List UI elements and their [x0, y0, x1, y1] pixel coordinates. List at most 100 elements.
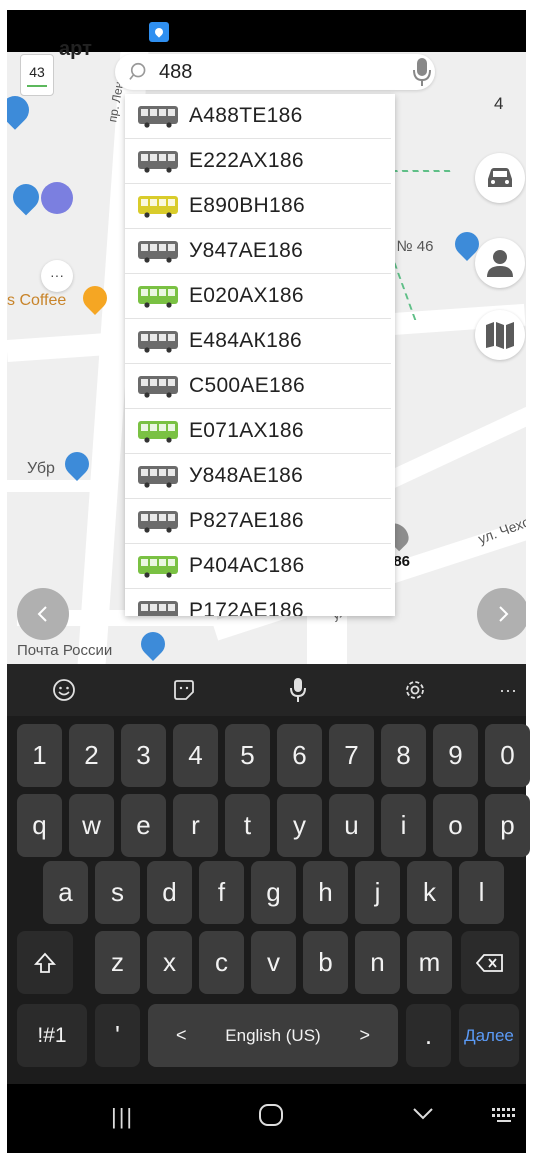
- key-c[interactable]: c: [199, 931, 244, 994]
- next-button[interactable]: [477, 588, 526, 640]
- backspace-key[interactable]: [461, 931, 519, 994]
- suggestion-label: С500АЕ186: [189, 374, 305, 397]
- key-i[interactable]: i: [381, 794, 426, 857]
- key-g[interactable]: g: [251, 861, 296, 924]
- bus-icon: [138, 286, 178, 308]
- transport-button[interactable]: [475, 153, 525, 203]
- suggestion-item[interactable]: Р827АЕ186: [125, 499, 391, 544]
- suggestion-item[interactable]: А488ТЕ186: [125, 94, 391, 139]
- key-p[interactable]: p: [485, 794, 530, 857]
- key-n[interactable]: n: [355, 931, 400, 994]
- key-b[interactable]: b: [303, 931, 348, 994]
- suggestion-item[interactable]: Р404АС186: [125, 544, 391, 589]
- key-k[interactable]: k: [407, 861, 452, 924]
- back-button[interactable]: [411, 1106, 435, 1122]
- suggestion-label: У848АЕ186: [189, 464, 304, 487]
- bus-icon: [138, 196, 178, 218]
- microphone-icon[interactable]: [410, 56, 434, 88]
- shift-key[interactable]: [17, 931, 73, 994]
- suggestion-label: А488ТЕ186: [189, 104, 303, 127]
- bus-icon: [138, 511, 178, 533]
- chat-marker-icon[interactable]: ···: [41, 260, 73, 292]
- key-w[interactable]: w: [69, 794, 114, 857]
- key-3[interactable]: 3: [121, 724, 166, 787]
- key-l[interactable]: l: [459, 861, 504, 924]
- bus-icon: [138, 106, 178, 128]
- suggestion-item[interactable]: У847АЕ186: [125, 229, 391, 274]
- key-8[interactable]: 8: [381, 724, 426, 787]
- right-badge: 4: [494, 94, 504, 113]
- key-r[interactable]: r: [173, 794, 218, 857]
- key-z[interactable]: z: [95, 931, 140, 994]
- key-e[interactable]: e: [121, 794, 166, 857]
- key-0[interactable]: 0: [485, 724, 530, 787]
- key-f[interactable]: f: [199, 861, 244, 924]
- search-bar[interactable]: [115, 54, 435, 90]
- key-v[interactable]: v: [251, 931, 296, 994]
- key-9[interactable]: 9: [433, 724, 478, 787]
- shop-marker-icon[interactable]: [7, 90, 35, 130]
- microphone-icon[interactable]: [283, 675, 313, 705]
- chevron-left-icon: [37, 606, 47, 622]
- system-navigation-bar: |||: [7, 1084, 526, 1153]
- bank-marker-icon[interactable]: [60, 447, 94, 481]
- search-input[interactable]: [159, 59, 379, 85]
- apostrophe-key[interactable]: ': [95, 1004, 140, 1067]
- bus-icon: [138, 151, 178, 173]
- suggestion-item[interactable]: Е222АХ186: [125, 139, 391, 184]
- space-key[interactable]: < English (US) >: [148, 1004, 398, 1067]
- period-key[interactable]: .: [406, 1004, 451, 1067]
- key-d[interactable]: d: [147, 861, 192, 924]
- bus-icon: [138, 241, 178, 263]
- more-icon[interactable]: ···: [493, 675, 523, 705]
- key-q[interactable]: q: [17, 794, 62, 857]
- key-5[interactable]: 5: [225, 724, 270, 787]
- suggestion-item[interactable]: Е071АХ186: [125, 409, 391, 454]
- key-o[interactable]: o: [433, 794, 478, 857]
- suggestion-item[interactable]: С500АЕ186: [125, 364, 391, 409]
- ubr-label: Убр: [27, 460, 55, 477]
- suggestion-item[interactable]: Е890ВН186: [125, 184, 391, 229]
- key-y[interactable]: y: [277, 794, 322, 857]
- location-status-icon: [149, 22, 169, 42]
- key-s[interactable]: s: [95, 861, 140, 924]
- keyboard-switch-icon[interactable]: [491, 1106, 517, 1124]
- symbols-key[interactable]: !#1: [17, 1004, 87, 1067]
- person-icon: [487, 250, 513, 277]
- emoji-icon[interactable]: [49, 675, 79, 705]
- home-button[interactable]: [259, 1104, 283, 1126]
- profile-button[interactable]: [475, 238, 525, 288]
- suggestion-item[interactable]: У848АЕ186: [125, 454, 391, 499]
- place-marker-icon[interactable]: [7, 178, 45, 216]
- settings-icon[interactable]: [400, 675, 430, 705]
- sticker-icon[interactable]: [169, 675, 199, 705]
- key-1[interactable]: 1: [17, 724, 62, 787]
- key-4[interactable]: 4: [173, 724, 218, 787]
- key-h[interactable]: h: [303, 861, 348, 924]
- key-a[interactable]: a: [43, 861, 88, 924]
- bus-icon: [138, 601, 178, 616]
- key-7[interactable]: 7: [329, 724, 374, 787]
- key-j[interactable]: j: [355, 861, 400, 924]
- suggestion-item[interactable]: Е484АК186: [125, 319, 391, 364]
- post-marker-icon[interactable]: [136, 627, 170, 661]
- map-view[interactable]: пр. Ленина арт ··· s Coffee Убр Почта Ро…: [7, 10, 526, 664]
- suggestion-label: Е890ВН186: [189, 194, 305, 217]
- key-x[interactable]: x: [147, 931, 192, 994]
- previous-button[interactable]: [17, 588, 69, 640]
- key-2[interactable]: 2: [69, 724, 114, 787]
- key-u[interactable]: u: [329, 794, 374, 857]
- key-m[interactable]: m: [407, 931, 452, 994]
- suggestion-item[interactable]: Р172АЕ186: [125, 589, 391, 616]
- suggestion-label: Р827АЕ186: [189, 509, 304, 532]
- bus-icon: [138, 556, 178, 578]
- on-screen-keyboard: ··· 1234567890 qwertyuiop asdfghjkl zxcvbnm…: [7, 664, 530, 1153]
- map-layers-button[interactable]: [475, 310, 525, 360]
- recents-button[interactable]: |||: [111, 1104, 134, 1130]
- key-t[interactable]: t: [225, 794, 270, 857]
- suggestion-item[interactable]: Е020АХ186: [125, 274, 391, 319]
- language-label: English (US): [225, 1025, 321, 1045]
- top-title-fragment: арт: [59, 38, 92, 60]
- key-6[interactable]: 6: [277, 724, 322, 787]
- next-key[interactable]: Далее: [459, 1004, 519, 1067]
